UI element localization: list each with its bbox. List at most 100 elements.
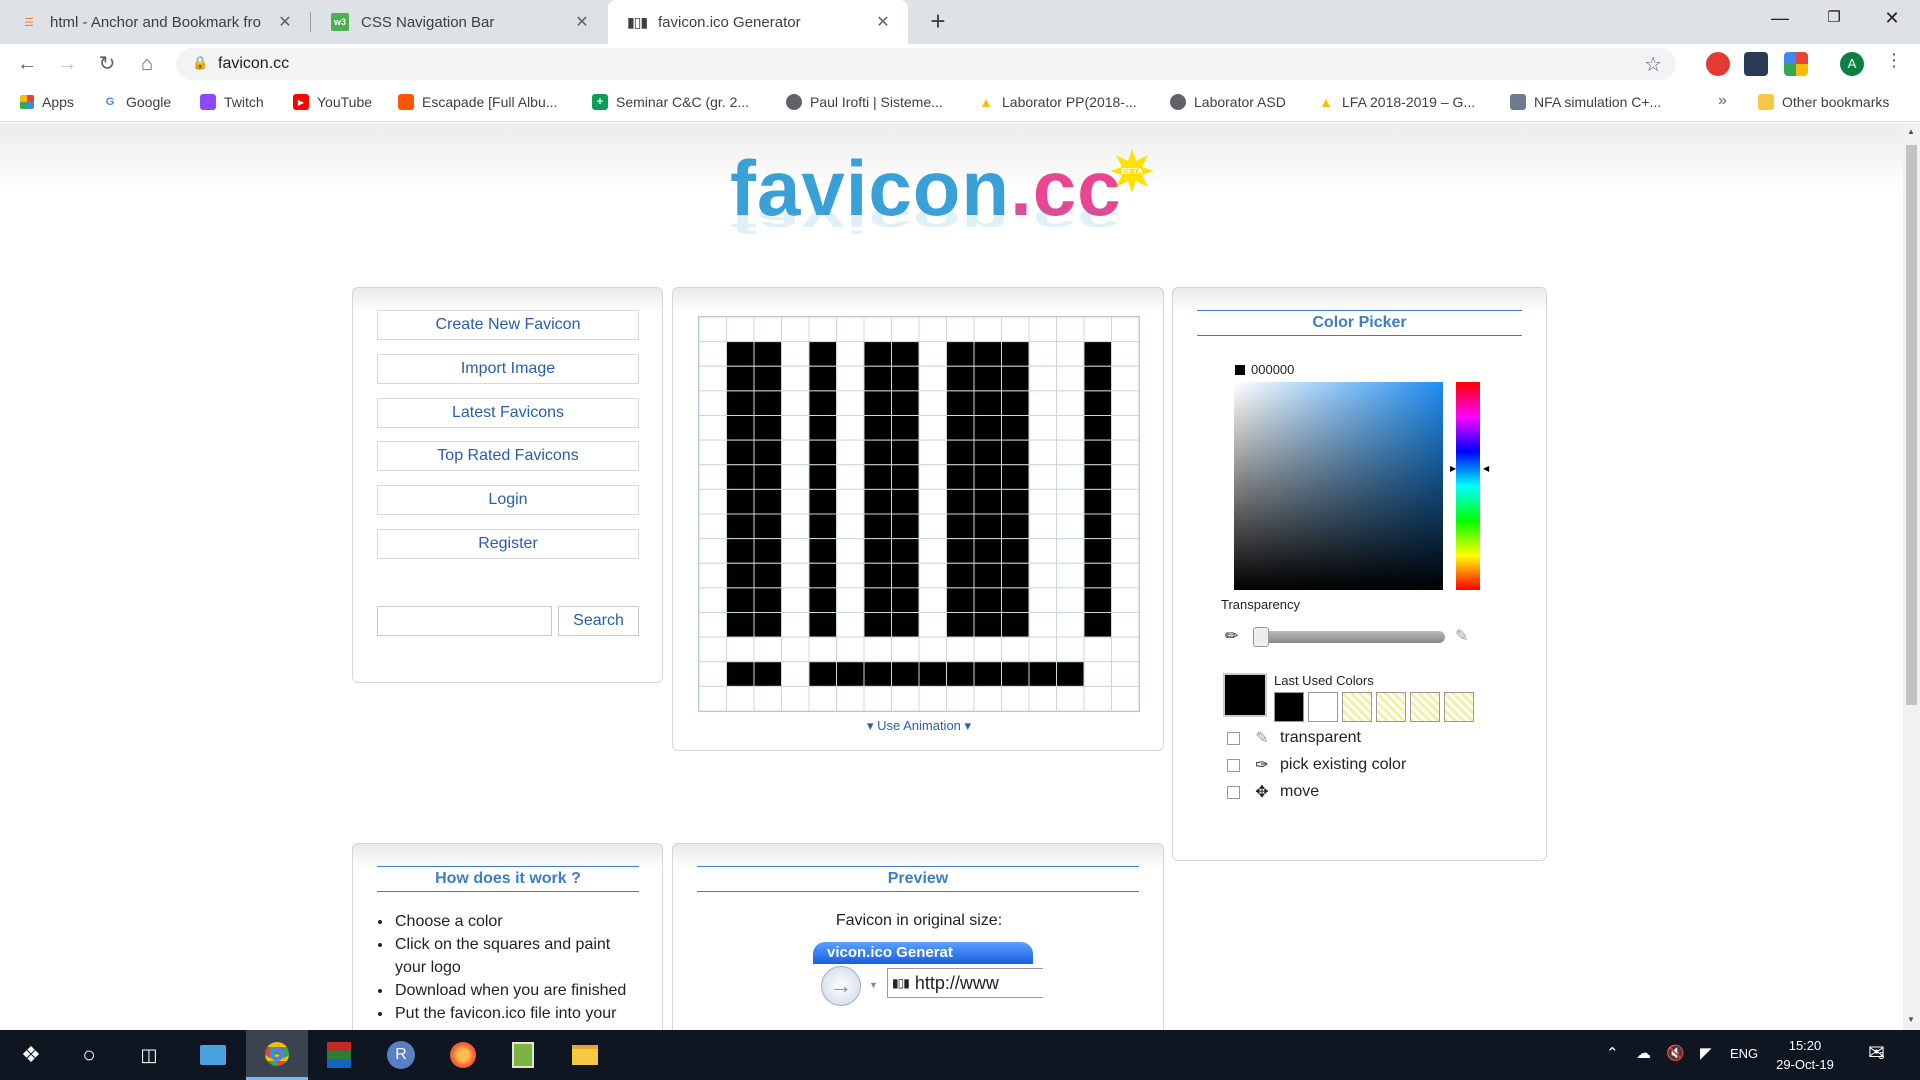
last-used-color-4[interactable]	[1376, 692, 1406, 722]
pixel-filled[interactable]	[918, 661, 947, 687]
move-checkbox[interactable]	[1227, 785, 1240, 799]
pixel-filled[interactable]	[808, 538, 837, 564]
pixel-filled[interactable]	[726, 390, 755, 417]
pixel-filled[interactable]	[863, 439, 892, 466]
pixel-filled[interactable]	[726, 661, 755, 687]
pixel-empty[interactable]	[1028, 636, 1057, 663]
pixel-filled[interactable]	[863, 390, 892, 417]
tab-favicon-generator[interactable]: ▮▯▮ favicon.ico Generator ✕	[608, 0, 908, 44]
pixel-empty[interactable]	[1083, 636, 1112, 663]
pixel-empty[interactable]	[781, 316, 810, 343]
pixel-empty[interactable]	[836, 612, 865, 638]
onedrive-cloud-icon[interactable]: ☁	[1636, 1044, 1651, 1062]
pixel-empty[interactable]	[891, 636, 920, 663]
pixel-empty[interactable]	[1111, 488, 1140, 515]
pixel-empty[interactable]	[1028, 390, 1057, 417]
pixel-empty[interactable]	[836, 439, 865, 466]
pixel-filled[interactable]	[946, 562, 975, 589]
adblock-extension-icon[interactable]	[1706, 52, 1730, 76]
pixel-filled[interactable]	[1083, 538, 1112, 564]
pixel-empty[interactable]	[1111, 341, 1140, 367]
pixel-empty[interactable]	[698, 365, 727, 392]
address-bar[interactable]: 🔒 favicon.cc ☆	[176, 48, 1676, 80]
tab-css-navbar[interactable]: w3 CSS Navigation Bar ✕	[311, 0, 607, 44]
pixel-filled[interactable]	[753, 661, 782, 687]
wifi-icon[interactable]: ◤	[1700, 1044, 1712, 1062]
pixel-filled[interactable]	[973, 439, 1002, 466]
pixel-filled[interactable]	[1083, 365, 1112, 392]
firefox-icon[interactable]	[432, 1030, 494, 1080]
pixel-empty[interactable]	[726, 636, 755, 663]
pixel-filled[interactable]	[808, 661, 837, 687]
saturation-value-box[interactable]	[1234, 382, 1443, 590]
pixel-empty[interactable]	[918, 685, 947, 712]
pixel-empty[interactable]	[1028, 439, 1057, 466]
pixel-filled[interactable]	[753, 587, 782, 614]
pixel-filled[interactable]	[1001, 464, 1030, 490]
option-transparent[interactable]: ✎ transparent	[1227, 728, 1361, 748]
pixel-empty[interactable]	[698, 390, 727, 417]
register-link[interactable]: Register	[377, 529, 639, 559]
pixel-filled[interactable]	[726, 464, 755, 490]
pixel-filled[interactable]	[1083, 587, 1112, 614]
bookmark-nfa[interactable]: NFA simulation C+...	[1510, 94, 1661, 110]
pixel-filled[interactable]	[863, 562, 892, 589]
pixel-filled[interactable]	[973, 365, 1002, 392]
pixel-filled[interactable]	[891, 562, 920, 589]
show-hidden-icons-chevron[interactable]: ⌃	[1606, 1044, 1619, 1062]
scrollbar-thumb[interactable]	[1906, 145, 1917, 705]
pixel-filled[interactable]	[726, 439, 755, 466]
pixel-filled[interactable]	[1056, 661, 1085, 687]
pixel-empty[interactable]	[1056, 685, 1085, 712]
pixel-empty[interactable]	[698, 685, 727, 712]
pixel-empty[interactable]	[1056, 538, 1085, 564]
use-animation-toggle[interactable]: ▾ Use Animation ▾	[673, 718, 1165, 734]
pixel-empty[interactable]	[918, 390, 947, 417]
pixel-filled[interactable]	[1001, 415, 1030, 441]
pixel-filled[interactable]	[891, 464, 920, 490]
pixel-empty[interactable]	[1056, 439, 1085, 466]
pixel-empty[interactable]	[808, 685, 837, 712]
pixel-empty[interactable]	[1028, 316, 1057, 343]
pixel-empty[interactable]	[836, 538, 865, 564]
pixel-empty[interactable]	[1056, 415, 1085, 441]
pixel-empty[interactable]	[918, 341, 947, 367]
pixel-filled[interactable]	[863, 538, 892, 564]
pixel-empty[interactable]	[1056, 390, 1085, 417]
pixel-empty[interactable]	[918, 488, 947, 515]
page-scrollbar[interactable]: ▲ ▼	[1903, 123, 1920, 1030]
pixel-empty[interactable]	[918, 538, 947, 564]
pixel-empty[interactable]	[698, 587, 727, 614]
pixel-filled[interactable]	[891, 538, 920, 564]
transparency-knob[interactable]	[1253, 627, 1269, 647]
pixel-filled[interactable]	[726, 365, 755, 392]
pixel-empty[interactable]	[918, 439, 947, 466]
pixel-empty[interactable]	[1111, 538, 1140, 564]
pixel-filled[interactable]	[808, 612, 837, 638]
bookmark-youtube[interactable]: ▶ YouTube	[293, 94, 372, 110]
pixel-empty[interactable]	[1001, 685, 1030, 712]
search-input[interactable]	[377, 606, 552, 636]
pixel-empty[interactable]	[918, 636, 947, 663]
pixel-empty[interactable]	[836, 365, 865, 392]
last-used-color-5[interactable]	[1410, 692, 1440, 722]
pixel-empty[interactable]	[1028, 464, 1057, 490]
pixel-filled[interactable]	[891, 612, 920, 638]
pixel-filled[interactable]	[946, 365, 975, 392]
pixel-empty[interactable]	[698, 636, 727, 663]
pixel-filled[interactable]	[808, 439, 837, 466]
pixel-filled[interactable]	[891, 341, 920, 367]
pixel-empty[interactable]	[1028, 488, 1057, 515]
bookmark-laborator-pp[interactable]: ▲ Laborator PP(2018-...	[978, 94, 1137, 110]
pixel-empty[interactable]	[1056, 316, 1085, 343]
pixel-empty[interactable]	[1056, 464, 1085, 490]
pixel-empty[interactable]	[1111, 390, 1140, 417]
pixel-filled[interactable]	[891, 661, 920, 687]
pixel-filled[interactable]	[808, 415, 837, 441]
pixel-filled[interactable]	[946, 587, 975, 614]
pixel-filled[interactable]	[1083, 439, 1112, 466]
file-explorer-icon[interactable]	[554, 1030, 616, 1080]
pixel-filled[interactable]	[753, 439, 782, 466]
pixel-empty[interactable]	[918, 612, 947, 638]
pixel-empty[interactable]	[1111, 562, 1140, 589]
